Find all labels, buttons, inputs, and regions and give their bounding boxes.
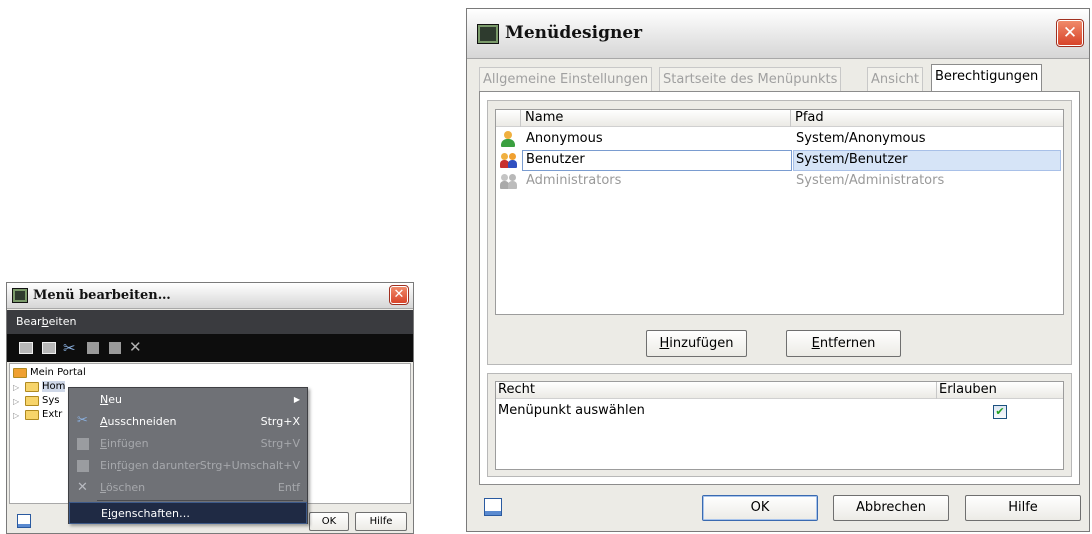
- add-item-icon[interactable]: [19, 342, 33, 354]
- delete-icon[interactable]: ✕: [129, 337, 145, 357]
- users-table-row[interactable]: Anonymous System/Anonymous: [498, 129, 1061, 150]
- window-title: Menüdesigner: [505, 23, 643, 43]
- menu-item-cut[interactable]: ✂ Ausschneiden Strg+X: [69, 411, 307, 433]
- close-icon: ✕: [1062, 23, 1078, 43]
- tree-item-label: Hom: [42, 381, 66, 392]
- tab-permissions[interactable]: Berechtigungen: [931, 64, 1043, 91]
- column-header-name[interactable]: Name: [520, 110, 790, 127]
- permissions-rights-panel: Recht Erlauben Menüpunkt auswählen ✔: [487, 373, 1072, 477]
- folder-icon: [25, 396, 39, 406]
- column-header-right[interactable]: Recht: [496, 382, 936, 399]
- tab-general-settings[interactable]: Allgemeine Einstellungen: [479, 67, 653, 91]
- remove-button[interactable]: Entfernen: [786, 330, 901, 357]
- cut-icon: ✂: [77, 413, 88, 428]
- menu-item-label: Neu: [100, 393, 122, 406]
- folder-icon: [25, 382, 39, 392]
- tree-root-label: Mein Portal: [30, 367, 86, 378]
- paste-icon: [77, 438, 89, 450]
- user-path: System/Anonymous: [796, 131, 926, 146]
- user-icon: [500, 131, 518, 147]
- app-icon: [12, 288, 28, 303]
- ok-button[interactable]: OK: [309, 512, 349, 531]
- help-toggle-icon[interactable]: [484, 498, 502, 516]
- rights-table-row: Menüpunkt auswählen ✔: [496, 402, 1063, 422]
- group-icon: [500, 152, 518, 168]
- menu-item-paste-below[interactable]: Einfügen darunter Strg+Umschalt+V: [69, 455, 307, 477]
- tree-item-extras[interactable]: ▷ Extr: [13, 409, 62, 423]
- user-name: Benutzer: [526, 152, 585, 167]
- menu-item-label: Eigenschaften…: [101, 507, 190, 520]
- expand-arrow-icon[interactable]: ▷: [13, 397, 19, 406]
- expand-arrow-icon[interactable]: ▷: [13, 411, 19, 420]
- menu-edit-titlebar[interactable]: Menü bearbeiten… ✕: [7, 283, 413, 309]
- menu-item-label: Löschen: [100, 481, 146, 494]
- paste-icon[interactable]: [87, 342, 99, 354]
- menu-item-label: Ausschneiden: [100, 415, 177, 428]
- users-table-row[interactable]: Benutzer System/Benutzer: [498, 150, 1061, 171]
- menu-item-label: Einfügen darunter: [100, 459, 200, 472]
- help-toggle-icon[interactable]: [17, 514, 31, 528]
- permissions-users-panel: Name Pfad Anonymous System/Anonymous Ben…: [487, 100, 1072, 365]
- paste-below-icon: [77, 460, 89, 472]
- menu-item-label: Einfügen: [100, 437, 149, 450]
- menu-item-delete[interactable]: ✕ Löschen Entf: [69, 477, 307, 499]
- tree-item-label: Extr: [42, 409, 63, 420]
- paste-below-icon[interactable]: [109, 342, 121, 354]
- rights-table-header: Recht Erlauben: [496, 382, 1063, 399]
- submenu-arrow-icon: ▶: [293, 395, 300, 404]
- allow-checkbox[interactable]: ✔: [993, 405, 1007, 419]
- users-table: Name Pfad Anonymous System/Anonymous Ben…: [495, 109, 1064, 315]
- menu-item-properties[interactable]: Eigenschaften…: [69, 502, 307, 524]
- help-button[interactable]: Hilfe: [965, 495, 1081, 521]
- group-disabled-icon: [500, 173, 518, 189]
- tree-item-system[interactable]: ▷ Sys: [13, 395, 59, 409]
- users-table-header: Name Pfad: [496, 110, 1063, 127]
- right-label: Menüpunkt auswählen: [498, 403, 645, 418]
- close-button[interactable]: ✕: [389, 285, 409, 305]
- menu-item-paste[interactable]: Einfügen Strg+V: [69, 433, 307, 455]
- menu-separator: [97, 500, 303, 501]
- user-path: System/Administrators: [796, 173, 945, 188]
- tree-item-home[interactable]: ▷ Hom: [13, 381, 66, 395]
- add-subitem-icon[interactable]: [42, 342, 56, 354]
- cut-icon[interactable]: ✂: [63, 339, 81, 357]
- toolbar: ✂ ✕: [7, 334, 413, 362]
- cancel-button[interactable]: Abbrechen: [833, 495, 949, 521]
- menu-designer-window: Menüdesigner ✕ Allgemeine Einstellungen …: [466, 8, 1090, 532]
- user-name: Administrators: [526, 173, 622, 188]
- menu-designer-titlebar[interactable]: Menüdesigner ✕: [467, 9, 1089, 59]
- tab-view[interactable]: Ansicht: [867, 67, 924, 91]
- delete-icon: ✕: [77, 480, 88, 495]
- checkmark-icon: ✔: [995, 405, 1005, 418]
- menu-shortcut: Strg+V: [260, 437, 300, 450]
- app-icon: [477, 24, 499, 44]
- tab-strip: Allgemeine Einstellungen Startseite des …: [479, 64, 1079, 92]
- menu-shortcut: Strg+X: [260, 415, 300, 428]
- ok-button[interactable]: OK: [702, 495, 818, 521]
- close-icon: ✕: [393, 287, 405, 302]
- tree-item-label: Sys: [42, 395, 60, 406]
- tab-start-page[interactable]: Startseite des Menüpunkts: [659, 67, 842, 91]
- menu-shortcut: Entf: [277, 481, 300, 494]
- help-button[interactable]: Hilfe: [355, 512, 407, 531]
- rights-table: Recht Erlauben Menüpunkt auswählen ✔: [495, 381, 1064, 470]
- menu-item-new[interactable]: Neu ▶: [69, 389, 307, 411]
- expand-arrow-icon[interactable]: ▷: [13, 383, 19, 392]
- column-header-allow[interactable]: Erlauben: [936, 382, 1063, 399]
- menu-shortcut: Strg+Umschalt+V: [199, 459, 300, 472]
- add-button[interactable]: Hinzufügen: [646, 330, 747, 357]
- column-header-path[interactable]: Pfad: [790, 110, 1062, 127]
- menu-bearbeiten[interactable]: Bearbeiten: [16, 315, 76, 328]
- user-name: Anonymous: [526, 131, 603, 146]
- menubar: Bearbeiten: [7, 310, 413, 334]
- tab-content: Name Pfad Anonymous System/Anonymous Ben…: [479, 91, 1080, 485]
- context-menu: Neu ▶ ✂ Ausschneiden Strg+X Einfügen Str…: [68, 387, 308, 524]
- close-button[interactable]: ✕: [1056, 19, 1084, 47]
- window-title: Menü bearbeiten…: [33, 288, 171, 303]
- user-path: System/Benutzer: [796, 152, 908, 167]
- folder-icon: [25, 410, 39, 420]
- users-table-row[interactable]: Administrators System/Administrators: [498, 171, 1061, 192]
- portal-folder-icon: [13, 368, 27, 378]
